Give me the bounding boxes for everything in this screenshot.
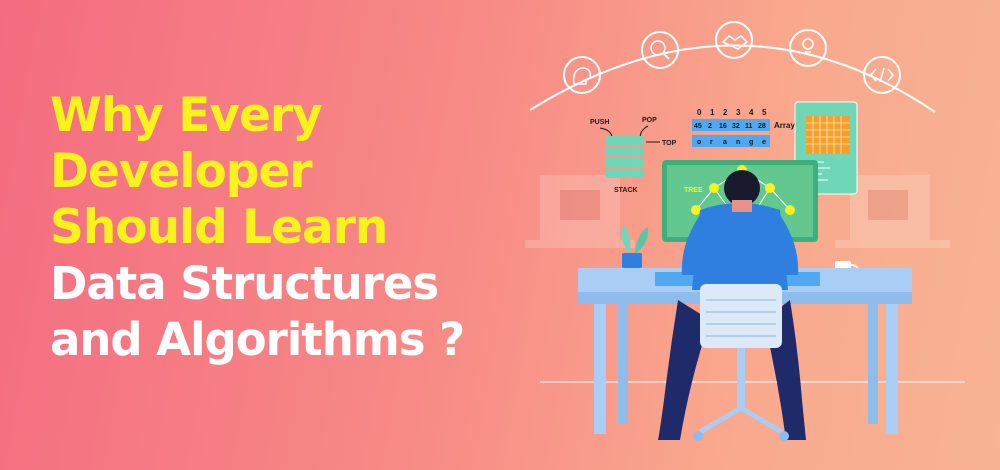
stack-push-label: PUSH <box>590 119 609 126</box>
tree-label: TREE <box>684 187 703 194</box>
array-label: Array <box>774 121 795 130</box>
array-index-5: 5 <box>762 108 767 117</box>
handshake-icon <box>715 21 753 59</box>
array-char-4: g <box>749 139 753 146</box>
array-index-3: 3 <box>736 108 741 117</box>
array-value-5: 28 <box>758 123 766 130</box>
question-search-icon <box>641 31 679 69</box>
array-value-4: 11 <box>745 123 753 130</box>
array-char-0: o <box>697 139 701 146</box>
stack-title: STACK <box>614 187 638 194</box>
array-char-2: a <box>723 139 727 146</box>
lightbulb-person-icon <box>789 29 827 67</box>
array-index-4: 4 <box>749 108 754 117</box>
array-index-1: 1 <box>710 108 715 117</box>
array-value-2: 16 <box>719 123 727 130</box>
banner: Why Every Developer Should Learn Data St… <box>0 0 1000 470</box>
array-value-0: 45 <box>694 123 702 130</box>
array-char-3: n <box>736 139 740 146</box>
array-index-2: 2 <box>723 108 728 117</box>
array-char-5: e <box>762 139 766 146</box>
array-value-1: 2 <box>708 123 712 130</box>
stack-pop-label: POP <box>642 117 657 124</box>
stack-top-label: TOP <box>662 140 677 147</box>
array-char-1: r <box>710 139 713 146</box>
array-diagram: 0 1 2 3 4 5 45 2 16 32 11 28 Array o r a… <box>692 108 795 147</box>
developer-illustration: PUSH POP TOP STACK 0 1 2 3 4 5 45 2 16 3… <box>525 21 965 441</box>
array-index-0: 0 <box>697 108 702 117</box>
array-value-3: 32 <box>732 123 740 130</box>
